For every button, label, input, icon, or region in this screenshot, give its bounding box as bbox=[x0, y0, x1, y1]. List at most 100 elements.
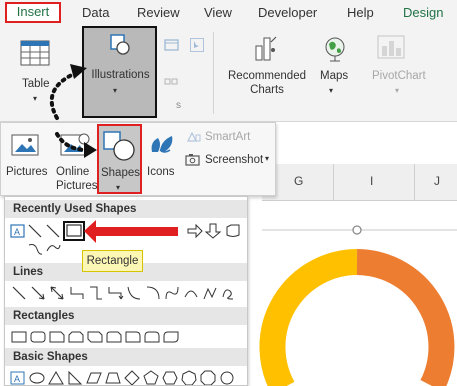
ribbon-separator bbox=[213, 32, 214, 114]
double-arrow-line-shape-icon[interactable] bbox=[49, 285, 65, 301]
pictures-label: Pictures bbox=[6, 166, 48, 178]
oval-shape-icon[interactable] bbox=[29, 370, 45, 385]
shapes-gallery: Recently Used Shapes A Lines Rectangles bbox=[4, 196, 248, 386]
my-addins-icon[interactable] bbox=[164, 76, 180, 90]
pivotchart-chevron-icon: ▾ bbox=[395, 86, 400, 95]
curved-arrow-connector-shape-icon[interactable] bbox=[145, 285, 161, 301]
online-pictures-icon[interactable] bbox=[59, 131, 91, 157]
curve-shape-icon[interactable] bbox=[183, 285, 199, 301]
tab-view[interactable]: View bbox=[204, 5, 232, 20]
triangle-shape-icon[interactable] bbox=[48, 370, 64, 385]
snip-diagonal-corner-rectangle-shape-icon[interactable] bbox=[87, 329, 103, 345]
recommended-charts-line1: Recommended bbox=[228, 70, 306, 82]
pictures-icon[interactable] bbox=[10, 131, 42, 157]
line-shape-icon[interactable] bbox=[11, 285, 27, 301]
maps-icon[interactable] bbox=[322, 36, 348, 62]
hexagon-shape-icon[interactable] bbox=[162, 370, 178, 385]
smartart-label: SmartArt bbox=[205, 131, 251, 143]
freeform-shape-icon[interactable] bbox=[202, 285, 218, 301]
snip-and-round-rectangle-shape-icon[interactable] bbox=[106, 329, 122, 345]
chart-area[interactable] bbox=[259, 202, 457, 386]
round-same-side-corner-rectangle-shape-icon[interactable] bbox=[144, 329, 160, 345]
svg-text:A: A bbox=[14, 227, 20, 237]
text-box-shape-icon[interactable]: A bbox=[10, 370, 26, 385]
recommended-charts-icon[interactable] bbox=[254, 34, 278, 62]
tab-developer[interactable]: Developer bbox=[258, 5, 317, 20]
donut-yellow-segment bbox=[259, 249, 358, 386]
column-header-g[interactable]: G bbox=[294, 174, 303, 188]
icons-icon[interactable] bbox=[148, 130, 176, 158]
elbow-arrow-connector-shape-icon[interactable] bbox=[88, 285, 104, 301]
tab-insert[interactable]: Insert bbox=[5, 2, 61, 23]
online-pictures-line2: Pictures bbox=[56, 180, 98, 192]
table-chevron-icon: ▾ bbox=[33, 94, 38, 103]
pivotchart-icon[interactable] bbox=[376, 34, 406, 62]
illustrations-label: Illustrations bbox=[91, 69, 150, 81]
column-header-i[interactable]: I bbox=[370, 174, 373, 188]
pentagon-shape-icon[interactable] bbox=[143, 370, 159, 385]
diamond-shape-icon[interactable] bbox=[124, 370, 140, 385]
snip-same-side-corner-rectangle-shape-icon[interactable] bbox=[68, 329, 84, 345]
tab-data[interactable]: Data bbox=[82, 5, 109, 20]
tab-review[interactable]: Review bbox=[137, 5, 180, 20]
online-pictures-line1: Online bbox=[56, 166, 90, 178]
online-pictures-label: Online Pictures bbox=[56, 165, 98, 193]
round-diagonal-corner-rectangle-shape-icon[interactable] bbox=[163, 329, 179, 345]
elbow-double-arrow-connector-shape-icon[interactable] bbox=[107, 285, 124, 301]
tab-help[interactable]: Help bbox=[347, 5, 374, 20]
arrow-line-shape-icon[interactable] bbox=[30, 285, 46, 301]
ribbon: Table ▾ Illustrations ▾ s Recommended Ch… bbox=[0, 26, 457, 122]
smartart-icon[interactable] bbox=[187, 131, 201, 143]
screenshot-label: Screenshot bbox=[205, 154, 264, 166]
illustrations-button[interactable]: Illustrations ▾ bbox=[82, 26, 157, 118]
recommended-charts-line2: Charts bbox=[250, 84, 284, 96]
line-shape-icon[interactable] bbox=[45, 223, 61, 239]
down-arrow-shape-icon[interactable] bbox=[204, 223, 222, 239]
decagon-shape-icon[interactable] bbox=[219, 370, 235, 385]
tab-design[interactable]: Design bbox=[403, 5, 443, 20]
curved-double-arrow-connector-shape-icon[interactable] bbox=[164, 285, 180, 301]
snip-single-corner-rectangle-shape-icon[interactable] bbox=[49, 329, 65, 345]
group-label-fragment: s bbox=[176, 100, 181, 111]
store-icon[interactable] bbox=[164, 38, 180, 52]
shapes-chevron-icon: ▾ bbox=[116, 183, 121, 192]
column-divider bbox=[333, 164, 334, 201]
column-header-j[interactable]: J bbox=[434, 174, 440, 188]
right-arrow-shape-icon[interactable] bbox=[187, 223, 203, 239]
parallelogram-shape-icon[interactable] bbox=[86, 370, 102, 385]
shapes-icon bbox=[102, 130, 138, 161]
curved-connector-shape-icon[interactable] bbox=[126, 285, 142, 301]
illustrations-dropdown: Pictures Online Pictures Shapes ▾ Icons bbox=[0, 122, 276, 196]
screenshot-icon[interactable] bbox=[185, 153, 201, 167]
icons-label: Icons bbox=[147, 166, 175, 178]
shapes-button[interactable]: Shapes ▾ bbox=[97, 124, 142, 194]
rectangle-shape-button[interactable] bbox=[63, 221, 85, 241]
scribble-shape-icon[interactable] bbox=[221, 285, 237, 301]
illustrations-icon bbox=[109, 33, 131, 57]
rounded-rectangle-shape-icon[interactable] bbox=[30, 329, 46, 345]
round-single-corner-rectangle-shape-icon[interactable] bbox=[125, 329, 141, 345]
snip-rectangle-shape-icon[interactable] bbox=[225, 223, 241, 239]
rectangle-tooltip: Rectangle bbox=[82, 250, 143, 272]
right-triangle-shape-icon[interactable] bbox=[67, 370, 83, 385]
elbow-connector-shape-icon[interactable] bbox=[27, 241, 43, 257]
curve-shape-icon[interactable] bbox=[45, 241, 61, 257]
bing-icon[interactable] bbox=[190, 38, 204, 52]
line-shape-icon[interactable] bbox=[27, 223, 43, 239]
table-label: Table bbox=[22, 78, 50, 90]
elbow-connector-shape-icon[interactable] bbox=[69, 285, 85, 301]
rectangle-shape-icon[interactable] bbox=[11, 329, 27, 345]
maps-chevron-icon: ▾ bbox=[329, 86, 334, 95]
text-box-shape-icon[interactable]: A bbox=[10, 223, 26, 239]
table-icon[interactable] bbox=[20, 38, 56, 72]
illustrations-chevron-icon: ▾ bbox=[113, 86, 118, 95]
section-basic-shapes: Basic Shapes bbox=[5, 348, 247, 366]
trapezoid-shape-icon[interactable] bbox=[105, 370, 121, 385]
shapes-label: Shapes bbox=[100, 167, 140, 179]
octagon-shape-icon[interactable] bbox=[200, 370, 216, 385]
column-divider bbox=[414, 164, 415, 201]
heptagon-shape-icon[interactable] bbox=[181, 370, 197, 385]
recommended-charts-label: Recommended Charts bbox=[224, 69, 310, 97]
pivotchart-label: PivotChart bbox=[372, 70, 426, 82]
svg-text:A: A bbox=[14, 374, 20, 384]
